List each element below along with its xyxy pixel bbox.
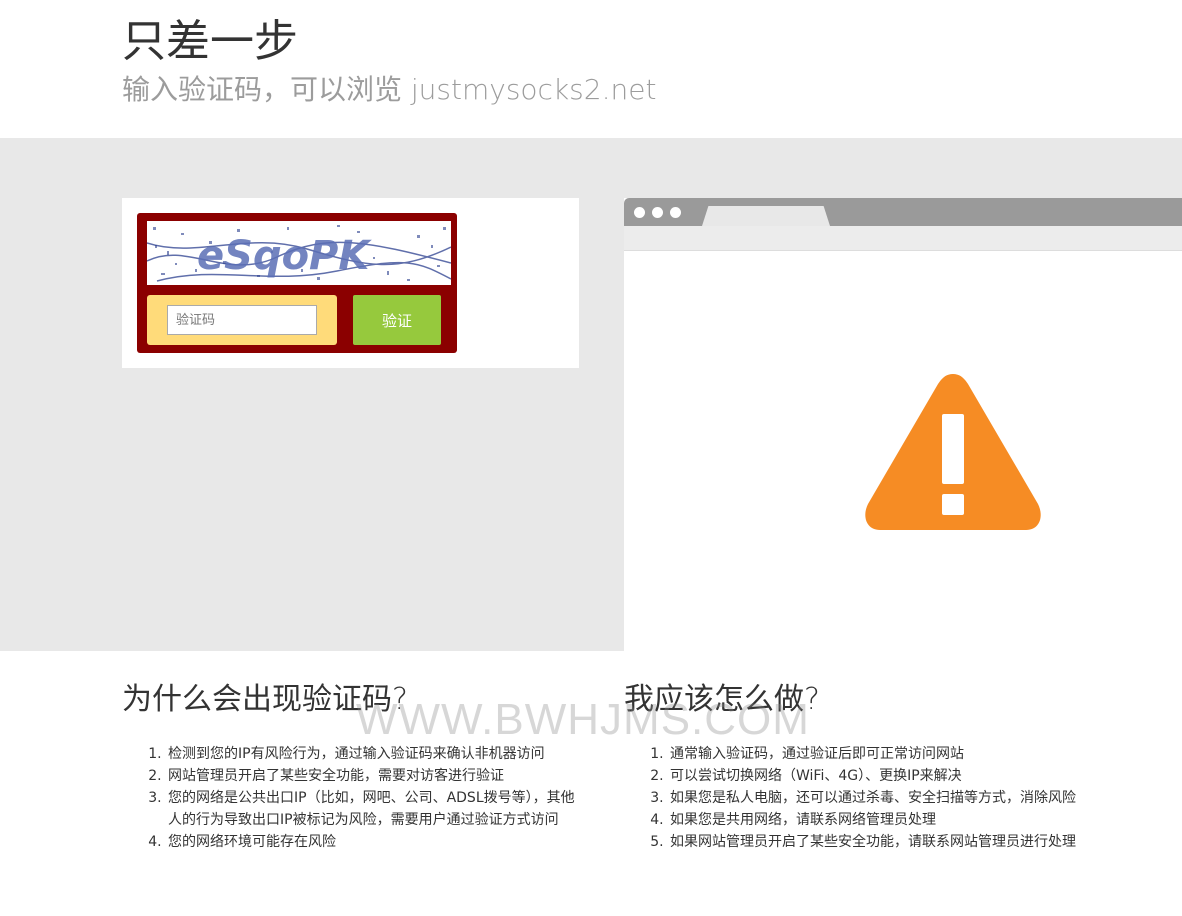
list-item: 如果您是共用网络，请联系网络管理员处理 xyxy=(668,809,1080,831)
list-item: 您的网络是公共出口IP（比如，网吧、公司、ADSL拨号等），其他人的行为导致出口… xyxy=(166,787,576,831)
browser-tab xyxy=(702,206,830,226)
list-item: 您的网络环境可能存在风险 xyxy=(166,831,576,853)
why-list: 检测到您的IP有风险行为，通过输入验证码来确认非机器访问 网站管理员开启了某些安… xyxy=(122,743,576,853)
watermark: WWW.BWHJMS.COM xyxy=(356,695,810,744)
captcha-form: eSqoPK 验证 xyxy=(137,213,457,353)
captcha-card: eSqoPK 验证 xyxy=(122,198,579,368)
captcha-input-wrap xyxy=(147,295,337,345)
browser-title-bar xyxy=(624,198,1182,226)
list-item: 如果网站管理员开启了某些安全功能，请联系网站管理员进行处理 xyxy=(668,831,1080,853)
page-title: 只差一步 xyxy=(122,16,298,67)
page-subtitle: 输入验证码，可以浏览 justmysocks2.net xyxy=(122,73,657,106)
what-list: 通常输入验证码，通过验证后即可正常访问网站 可以尝试切换网络（WiFi、4G）、… xyxy=(624,743,1080,853)
window-dot-icon xyxy=(634,207,645,218)
list-item: 网站管理员开启了某些安全功能，需要对访客进行验证 xyxy=(166,765,576,787)
warning-triangle-icon xyxy=(865,374,1041,530)
captcha-text: eSqoPK xyxy=(197,233,372,279)
list-item: 如果您是私人电脑，还可以通过杀毒、安全扫描等方式，消除风险 xyxy=(668,787,1080,809)
browser-address-strip xyxy=(624,226,1182,251)
list-item: 可以尝试切换网络（WiFi、4G）、更换IP来解决 xyxy=(668,765,1080,787)
captcha-image[interactable]: eSqoPK xyxy=(147,221,451,285)
window-dot-icon xyxy=(652,207,663,218)
verify-button[interactable]: 验证 xyxy=(353,295,441,345)
list-item: 通常输入验证码，通过验证后即可正常访问网站 xyxy=(668,743,1080,765)
captcha-input[interactable] xyxy=(167,305,317,335)
header: 只差一步 输入验证码，可以浏览 justmysocks2.net xyxy=(0,0,1182,138)
window-dot-icon xyxy=(670,207,681,218)
list-item: 检测到您的IP有风险行为，通过输入验证码来确认非机器访问 xyxy=(166,743,576,765)
